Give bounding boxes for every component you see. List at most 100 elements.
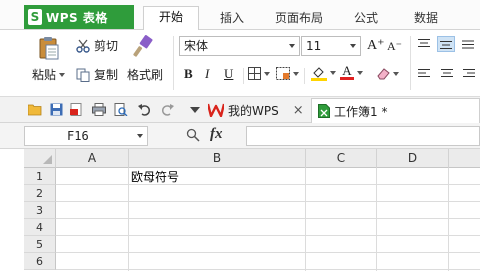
- table-row[interactable]: [56, 168, 480, 185]
- menu-bar: S WPS 表格 开始 插入 页面布局 公式 数据: [0, 0, 480, 31]
- tab-workbook-label: 工作簿1 *: [334, 104, 388, 119]
- column-header-a[interactable]: A: [56, 149, 129, 168]
- column-header-d[interactable]: D: [377, 149, 449, 168]
- cell-style-icon: [276, 67, 290, 80]
- column-gridline: [448, 168, 449, 271]
- paste-label: 粘贴: [32, 68, 57, 82]
- select-all-triangle-icon: [43, 155, 52, 164]
- paste-label-button[interactable]: 粘贴: [32, 66, 66, 83]
- tab-page-layout[interactable]: 页面布局: [268, 8, 330, 30]
- table-row[interactable]: [56, 236, 480, 253]
- tab-formulas[interactable]: 公式: [344, 8, 388, 30]
- cut-label: 剪切: [94, 39, 119, 53]
- table-row[interactable]: [56, 253, 480, 270]
- eraser-icon: [376, 67, 390, 80]
- cell-style-button[interactable]: [276, 67, 299, 80]
- fill-color-button[interactable]: [311, 65, 336, 81]
- align-right-icon: [462, 68, 476, 80]
- chevron-down-icon: [264, 71, 270, 76]
- align-right-button[interactable]: [462, 68, 476, 80]
- chevron-down-icon: [289, 44, 295, 48]
- chevron-down-icon: [357, 70, 363, 75]
- align-center-icon: [440, 68, 454, 80]
- align-bottom-button[interactable]: [461, 38, 475, 50]
- clear-format-button[interactable]: [376, 67, 399, 80]
- underline-label: U: [224, 66, 234, 81]
- tab-data[interactable]: 数据: [404, 8, 448, 30]
- column-gridline: [128, 168, 129, 271]
- tab-home[interactable]: 开始: [143, 6, 199, 31]
- column-header-b[interactable]: B: [129, 149, 306, 168]
- print-preview-icon[interactable]: [114, 103, 128, 117]
- save-icon[interactable]: [50, 103, 63, 116]
- copy-button[interactable]: 复制: [76, 66, 118, 83]
- font-color-glyph: A: [342, 63, 352, 78]
- grow-font-icon: A⁺: [367, 38, 385, 53]
- undo-icon[interactable]: [138, 103, 151, 116]
- cell-b1[interactable]: 欧母符号: [131, 169, 179, 185]
- worksheet: A B C D 1 2 3 4 5 6 欧母符号: [0, 149, 480, 271]
- tab-workbook[interactable]: 工作簿1 *: [311, 98, 480, 123]
- select-all-corner[interactable]: [24, 149, 56, 168]
- customize-toolbar-icon[interactable]: [190, 107, 200, 113]
- close-icon[interactable]: ×: [293, 103, 304, 118]
- row-header-5[interactable]: 5: [24, 236, 56, 253]
- table-row[interactable]: [56, 185, 480, 202]
- zoom-search-icon[interactable]: [186, 128, 200, 142]
- italic-button[interactable]: I: [205, 66, 209, 82]
- redo-icon[interactable]: [161, 103, 174, 116]
- row-header-1[interactable]: 1: [24, 168, 56, 185]
- wps-w-icon: [206, 103, 226, 118]
- export-pdf-icon[interactable]: [70, 103, 83, 116]
- borders-button[interactable]: [248, 67, 270, 80]
- ribbon-divider: [243, 68, 244, 84]
- clipboard-icon: [38, 36, 60, 60]
- brush-icon: [130, 34, 156, 60]
- font-color-button[interactable]: A: [340, 64, 363, 81]
- align-left-icon: [417, 68, 431, 80]
- align-bottom-icon: [461, 38, 475, 50]
- font-size-select[interactable]: 11: [301, 36, 361, 56]
- insert-function-button[interactable]: fx: [210, 126, 223, 143]
- row-header-6[interactable]: 6: [24, 253, 56, 270]
- underline-button[interactable]: U: [224, 66, 233, 82]
- scissors-icon: [76, 39, 90, 53]
- print-icon[interactable]: [92, 103, 106, 116]
- font-color-icon: A: [340, 64, 354, 81]
- paste-button[interactable]: [32, 36, 66, 60]
- grow-font-button[interactable]: A⁺: [367, 37, 385, 54]
- table-row[interactable]: [56, 219, 480, 236]
- wps-logo-icon: S: [28, 9, 42, 25]
- align-center-button[interactable]: [440, 68, 454, 80]
- cut-button[interactable]: 剪切: [76, 37, 118, 54]
- bold-button[interactable]: B: [184, 66, 193, 82]
- column-gridline: [376, 168, 377, 271]
- align-top-button[interactable]: [417, 38, 431, 50]
- name-box[interactable]: F16: [24, 126, 148, 146]
- chevron-down-icon: [293, 71, 299, 76]
- tab-my-wps[interactable]: 我的WPS ×: [206, 99, 312, 121]
- align-left-button[interactable]: [417, 68, 431, 80]
- font-name-select[interactable]: 宋体: [179, 36, 300, 56]
- font-size-value: 11: [306, 39, 322, 53]
- chevron-down-icon: [137, 134, 143, 138]
- chevron-down-icon: [393, 71, 399, 76]
- align-middle-button[interactable]: [437, 36, 455, 52]
- tab-my-wps-label: 我的WPS: [228, 103, 279, 118]
- column-header-c[interactable]: C: [306, 149, 377, 168]
- row-header-2[interactable]: 2: [24, 185, 56, 202]
- formula-input[interactable]: [246, 126, 480, 146]
- table-row[interactable]: [56, 202, 480, 219]
- app-menu-button[interactable]: S WPS 表格: [24, 5, 153, 29]
- shrink-font-button[interactable]: A⁻: [387, 39, 402, 54]
- row-header-3[interactable]: 3: [24, 202, 56, 219]
- format-painter-button[interactable]: 格式刷: [127, 66, 163, 83]
- tab-insert[interactable]: 插入: [210, 8, 254, 30]
- format-painter-icon-button[interactable]: [130, 34, 156, 60]
- format-painter-label: 格式刷: [127, 68, 164, 82]
- shrink-font-icon: A⁻: [387, 39, 402, 53]
- row-header-4[interactable]: 4: [24, 219, 56, 236]
- align-top-icon: [417, 38, 431, 50]
- column-header-bar: A B C D: [24, 149, 480, 168]
- open-folder-icon[interactable]: [27, 103, 42, 116]
